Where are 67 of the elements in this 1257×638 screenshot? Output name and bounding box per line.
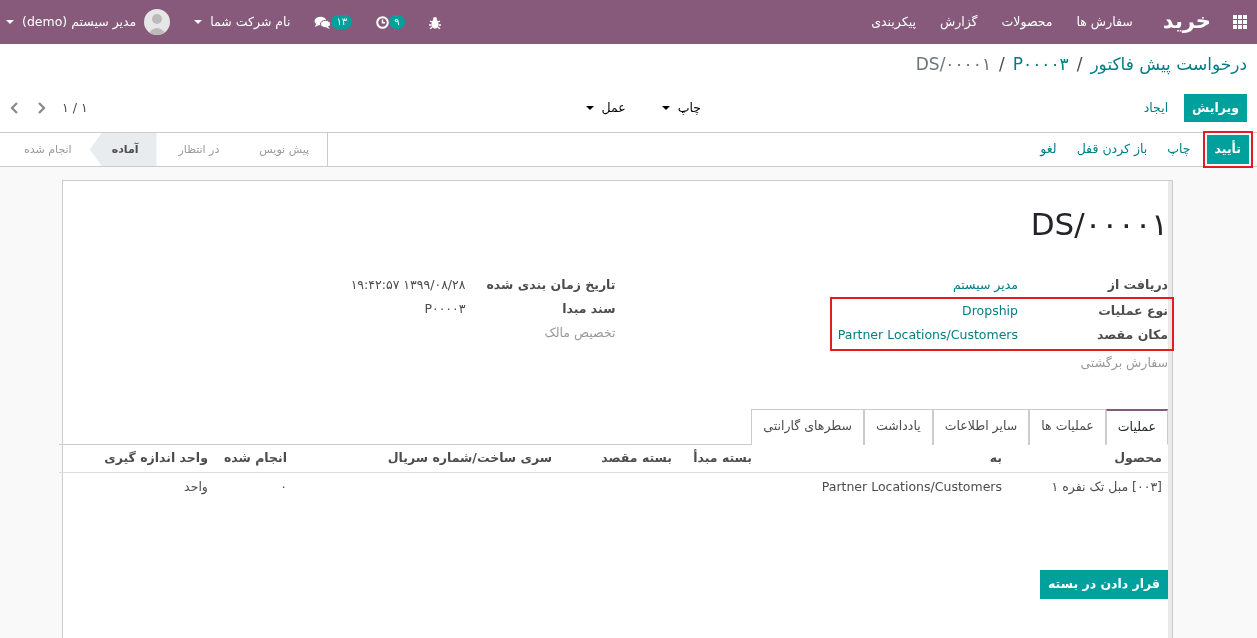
avatar-icon [144, 9, 171, 35]
caret-icon [661, 106, 670, 110]
app-title: خرید [1162, 8, 1211, 36]
status-action-button[interactable]: چاپ [1159, 135, 1199, 164]
create-button[interactable]: ایجاد [1135, 93, 1177, 123]
column-header: محصول [1008, 444, 1168, 472]
menu-item[interactable]: گزارش [939, 12, 978, 32]
tab[interactable]: عملیات ها [1029, 409, 1106, 445]
menu-item[interactable]: پیکربندی [871, 12, 916, 32]
company-switcher[interactable]: نام شرکت شما [194, 12, 291, 32]
table-cell: [۰۰۳] مبل تک نفره ۱ [1051, 478, 1162, 494]
breadcrumb-separator: / [999, 53, 1005, 76]
next-icon[interactable] [36, 101, 46, 115]
column-header: سری ساخت/شماره سریال [293, 444, 558, 472]
breadcrumb-link[interactable]: درخواست پیش فاکتور [1090, 52, 1247, 84]
apps-menu-icon[interactable] [1233, 15, 1247, 29]
previous-icon[interactable] [10, 101, 20, 115]
field-label: تخصیص مالک [543, 324, 616, 343]
column-header: واحد اندازه گیری [94, 444, 214, 472]
messages-button[interactable]: ۱۳ [314, 15, 353, 29]
pager-value: ۱ / ۱ [62, 98, 88, 117]
column-header: بسته مقصد [558, 444, 678, 472]
edit-button[interactable]: ویرایش [1184, 93, 1247, 123]
status-stage: آماده [89, 133, 157, 166]
tab[interactable]: یادداشت [864, 409, 933, 445]
field-label: دریافت از [1106, 276, 1168, 294]
breadcrumb-separator: / [1076, 53, 1083, 76]
field-link[interactable]: Dropship [962, 299, 1018, 323]
breadcrumb-current: DS/۰۰۰۰۱ [915, 53, 991, 76]
message-count: ۱۳ [331, 15, 353, 29]
tab[interactable]: سطرهای گارانتی [751, 409, 865, 445]
activity-button[interactable]: ۹ [376, 15, 405, 29]
table-cell: ۰ [280, 478, 287, 494]
dropdown-button[interactable]: چاپ [655, 97, 707, 119]
field-label: سفارش برگشتی [1079, 354, 1168, 373]
field-link[interactable]: Partner Locations/Customers [837, 323, 1018, 347]
record-title: DS/۰۰۰۰۱ [1029, 205, 1168, 244]
caret-icon [6, 20, 14, 24]
tab[interactable]: عملیات [1105, 409, 1168, 445]
user-menu[interactable]: مدیر سیستم (demo) [6, 9, 171, 35]
field-value: P۰۰۰۰۳ [424, 300, 466, 318]
put-in-pack-button[interactable]: قرار دادن در بسته [1040, 570, 1168, 599]
column-header: انجام شده [213, 444, 293, 472]
tab[interactable]: سایر اطلاعات [932, 409, 1030, 445]
menu-item[interactable]: محصولات [1001, 12, 1053, 32]
status-action-button[interactable]: باز کردن قفل [1068, 135, 1156, 164]
column-header: به [758, 444, 1008, 472]
chat-bubbles-icon [314, 15, 332, 29]
field-value: ۱۳۹۹/۰۸/۲۸ ۱۹:۴۲:۵۷ [350, 276, 466, 294]
status-action-button[interactable]: لغو [1032, 135, 1065, 164]
menu-item[interactable]: سفارش ها [1076, 12, 1133, 32]
clock-icon [376, 15, 390, 29]
dropdown-button[interactable]: عمل [579, 97, 632, 119]
breadcrumb-link[interactable]: P۰۰۰۰۳ [1012, 52, 1069, 84]
caret-icon [194, 20, 203, 24]
field-label: تاریخ زمان بندی شده [485, 276, 616, 294]
status-action-button[interactable]: تأیید [1206, 135, 1249, 164]
field-label: سند مبدا [561, 300, 616, 318]
bug-icon[interactable] [428, 15, 441, 29]
field-label: نوع عملیات [1097, 302, 1168, 320]
field-label: مکان مقصد [1096, 326, 1168, 344]
table-cell: Partner Locations/Customers [821, 478, 1002, 494]
table-cell: واحد [184, 478, 208, 494]
activity-count: ۹ [389, 15, 405, 29]
field-link[interactable]: مدیر سیستم [952, 273, 1018, 297]
caret-icon [585, 106, 594, 110]
column-header: بسته مبدأ [678, 444, 758, 472]
